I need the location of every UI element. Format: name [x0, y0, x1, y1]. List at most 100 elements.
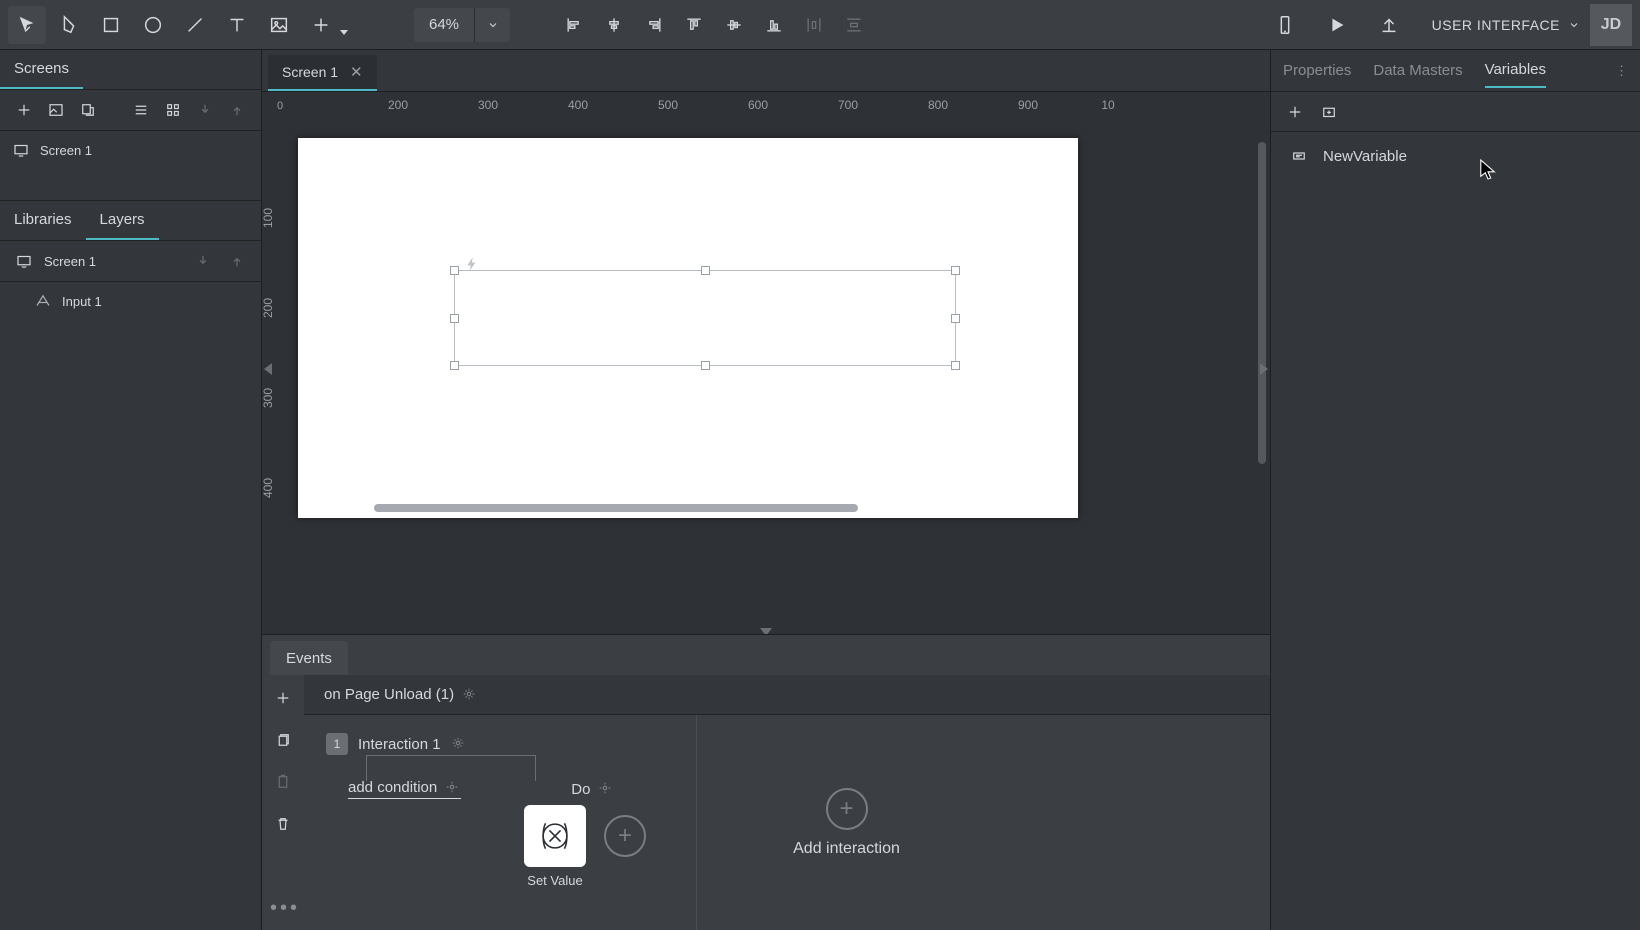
screen-item[interactable]: Screen 1	[0, 131, 261, 169]
resize-handle[interactable]	[450, 314, 459, 323]
collapse-up-icon[interactable]	[223, 96, 251, 124]
events-tab[interactable]: Events	[270, 641, 348, 675]
canvas-h-scrollbar[interactable]	[374, 504, 858, 512]
add-interaction-icon[interactable]: +	[826, 788, 868, 830]
action-label: Set Value	[518, 873, 592, 888]
add-variable-icon[interactable]	[1281, 98, 1309, 126]
interaction-index: 1	[326, 733, 348, 755]
zoom-dropdown[interactable]	[474, 8, 510, 42]
align-right-icon[interactable]	[636, 6, 672, 44]
align-left-icon[interactable]	[556, 6, 592, 44]
select-tool[interactable]	[8, 6, 46, 44]
layer-root-label: Screen 1	[44, 254, 183, 269]
zoom-control[interactable]: 64%	[414, 8, 510, 42]
run-group	[1266, 6, 1408, 44]
events-side-toolbar	[262, 635, 304, 930]
collapse-down-icon[interactable]	[191, 96, 219, 124]
gear-icon[interactable]	[462, 687, 478, 703]
add-condition-link[interactable]: add condition	[348, 779, 461, 799]
user-avatar[interactable]: JD	[1590, 4, 1632, 46]
pen-tool[interactable]	[50, 6, 88, 44]
move-down-icon[interactable]	[189, 247, 217, 275]
gear-icon[interactable]	[451, 736, 467, 752]
view-mode-label: USER INTERFACE	[1432, 17, 1560, 33]
pan-left-icon[interactable]	[264, 363, 272, 375]
resize-handle[interactable]	[450, 361, 459, 370]
canvas-v-scrollbar[interactable]	[1258, 142, 1266, 464]
text-tool[interactable]	[218, 6, 256, 44]
copy-event-icon[interactable]	[268, 725, 298, 755]
tab-properties[interactable]: Properties	[1283, 54, 1351, 87]
align-top-icon[interactable]	[676, 6, 712, 44]
publish-icon[interactable]	[1370, 6, 1408, 44]
screen-item-label: Screen 1	[40, 143, 92, 158]
libraries-tab[interactable]: Libraries	[0, 201, 86, 240]
selected-element[interactable]	[454, 270, 956, 366]
grid-view-icon[interactable]	[159, 96, 187, 124]
distribute-v-icon[interactable]	[836, 6, 872, 44]
add-variable-folder-icon[interactable]	[1315, 98, 1343, 126]
variable-item[interactable]: NewVariable	[1271, 132, 1640, 180]
delete-event-icon[interactable]	[268, 809, 298, 839]
tabs-overflow-icon[interactable]: ⋮	[1615, 63, 1628, 79]
resize-handle[interactable]	[951, 314, 960, 323]
image-tool[interactable]	[260, 6, 298, 44]
ellipse-tool[interactable]	[134, 6, 172, 44]
artboard[interactable]	[298, 138, 1078, 518]
list-view-icon[interactable]	[127, 96, 155, 124]
resize-handle[interactable]	[951, 266, 960, 275]
rectangle-tool[interactable]	[92, 6, 130, 44]
play-icon[interactable]	[1318, 6, 1356, 44]
resize-handle[interactable]	[701, 361, 710, 370]
canvas[interactable]: 0 200 300 400 500 600 700 800 900 10 100…	[262, 92, 1270, 634]
inspector-tabs: Libraries Layers	[0, 201, 261, 241]
move-up-icon[interactable]	[223, 247, 251, 275]
align-group	[556, 6, 872, 44]
close-tab-icon[interactable]: ✕	[350, 63, 363, 81]
resize-handle[interactable]	[951, 361, 960, 370]
document-tab[interactable]: Screen 1 ✕	[268, 55, 377, 91]
add-event-icon[interactable]	[268, 683, 298, 713]
interaction-area: 1 Interaction 1 add condition Do	[304, 715, 1270, 930]
zoom-value[interactable]: 64%	[414, 16, 474, 33]
align-bottom-icon[interactable]	[756, 6, 792, 44]
add-template-icon[interactable]	[74, 96, 102, 124]
resize-handle[interactable]	[450, 266, 459, 275]
line-tool[interactable]	[176, 6, 214, 44]
layers-list: Input 1	[0, 282, 261, 930]
action-set-value[interactable]	[524, 805, 586, 867]
condition-row: add condition Do	[348, 779, 614, 799]
variable-icon	[1285, 142, 1313, 170]
add-screen-icon[interactable]	[10, 96, 38, 124]
layer-item[interactable]: Input 1	[0, 282, 261, 320]
variable-name: NewVariable	[1323, 148, 1407, 165]
tab-data-masters[interactable]: Data Masters	[1373, 54, 1462, 87]
align-middle-icon[interactable]	[716, 6, 752, 44]
device-preview-icon[interactable]	[1266, 6, 1304, 44]
tab-variables[interactable]: Variables	[1485, 53, 1546, 88]
events-more-icon[interactable]: •••	[270, 897, 300, 920]
add-action-icon[interactable]: +	[604, 815, 646, 857]
center-area: Screen 1 ✕ 0 200 300 400 500 600 700 800…	[262, 50, 1270, 930]
ruler-vertical: 100 200 300 400	[262, 120, 298, 634]
interaction-header[interactable]: 1 Interaction 1	[326, 733, 467, 755]
align-center-h-icon[interactable]	[596, 6, 632, 44]
trigger-row[interactable]: on Page Unload (1)	[304, 675, 1270, 715]
variables-toolbar	[1271, 92, 1640, 132]
screen-icon	[10, 139, 32, 161]
add-interaction-block[interactable]: + Add interaction	[696, 715, 996, 930]
view-mode-dropdown[interactable]: USER INTERFACE	[1432, 17, 1580, 33]
gear-icon[interactable]	[598, 781, 614, 797]
layers-tab[interactable]: Layers	[86, 201, 159, 240]
add-image-screen-icon[interactable]	[42, 96, 70, 124]
layer-root-row[interactable]: Screen 1	[0, 241, 261, 282]
add-element-dropdown[interactable]	[302, 6, 340, 44]
resize-handle[interactable]	[701, 266, 710, 275]
screens-tab[interactable]: Screens	[0, 50, 83, 89]
do-label-group: Do	[571, 781, 614, 798]
events-body: on Page Unload (1) 1 Interaction 1 add c…	[304, 635, 1270, 930]
pan-right-icon[interactable]	[1260, 363, 1268, 375]
gear-icon[interactable]	[445, 780, 461, 796]
distribute-h-icon[interactable]	[796, 6, 832, 44]
paste-event-icon[interactable]	[268, 767, 298, 797]
